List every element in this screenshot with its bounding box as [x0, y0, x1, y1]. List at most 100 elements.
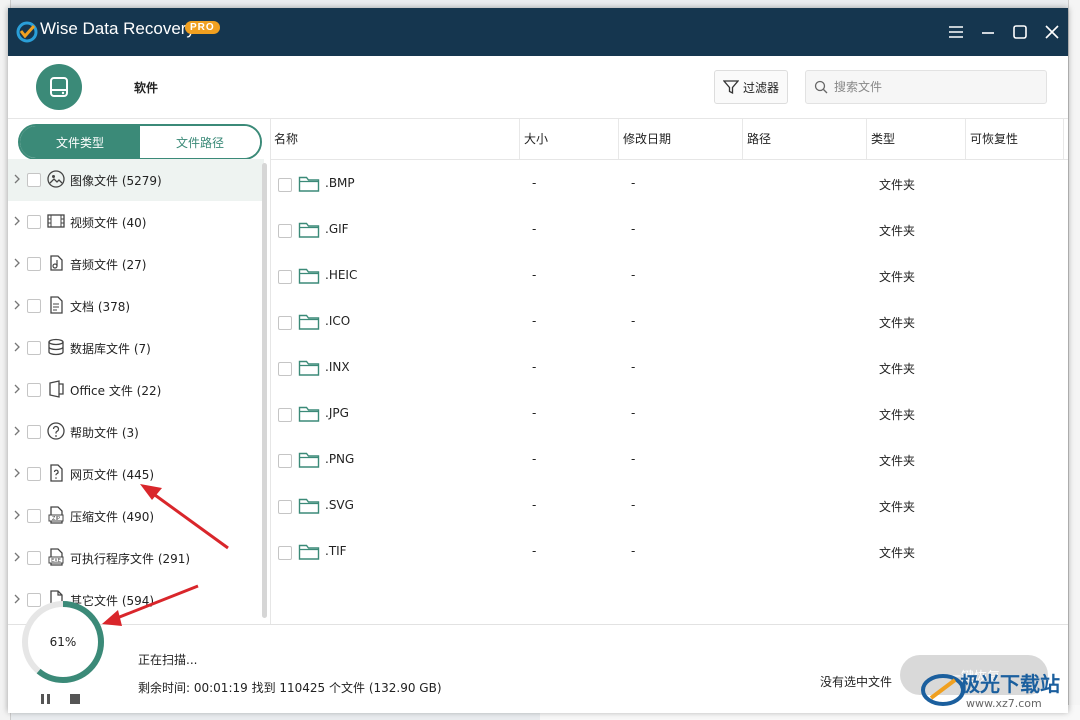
category-item[interactable]: 文档 (378) [8, 285, 264, 327]
folder-icon [298, 498, 320, 514]
zip-icon: ZIP [48, 506, 64, 524]
chevron-right-icon[interactable] [13, 299, 21, 311]
menu-button[interactable] [946, 22, 966, 42]
search-input[interactable] [832, 71, 1041, 103]
cell-type: 文件夹 [879, 270, 916, 284]
tab-file-path[interactable]: 文件路径 [140, 126, 260, 158]
cell-name: .INX [325, 360, 350, 374]
category-checkbox[interactable] [27, 173, 41, 187]
category-item[interactable]: 帮助文件 (3) [8, 411, 264, 453]
table-row[interactable]: .PNG - - 文件夹 [270, 437, 1068, 483]
category-item[interactable]: 音频文件 (27) [8, 243, 264, 285]
category-checkbox[interactable] [27, 425, 41, 439]
view-tabs: 文件类型 文件路径 [18, 124, 262, 160]
category-checkbox[interactable] [27, 299, 41, 313]
category-item[interactable]: EXE 可执行程序文件 (291) [8, 537, 264, 579]
drive-button[interactable] [36, 64, 82, 110]
chevron-right-icon[interactable] [13, 509, 21, 521]
category-checkbox[interactable] [27, 383, 41, 397]
maximize-button[interactable] [1010, 22, 1030, 42]
table-header: 名称 大小 修改日期 路径 类型 可恢复性 [270, 119, 1068, 160]
category-item[interactable]: 视频文件 (40) [8, 201, 264, 243]
row-checkbox[interactable] [278, 454, 292, 468]
row-checkbox[interactable] [278, 316, 292, 330]
table-row[interactable]: .INX - - 文件夹 [270, 345, 1068, 391]
column-name[interactable]: 名称 [270, 119, 520, 159]
cell-name: .ICO [325, 314, 351, 328]
table-row[interactable]: .JPG - - 文件夹 [270, 391, 1068, 437]
row-checkbox[interactable] [278, 500, 292, 514]
category-checkbox[interactable] [27, 467, 41, 481]
chevron-right-icon[interactable] [13, 215, 21, 227]
cell-type: 文件夹 [879, 178, 916, 192]
column-recoverability[interactable]: 可恢复性 [966, 119, 1064, 159]
cell-date: - [631, 360, 636, 374]
filter-button[interactable]: 过滤器 [714, 70, 788, 104]
chevron-right-icon[interactable] [13, 173, 21, 185]
close-button[interactable] [1042, 22, 1062, 42]
table-row[interactable]: .HEIC - - 文件夹 [270, 253, 1068, 299]
cell-type: 文件夹 [879, 362, 916, 376]
chevron-right-icon[interactable] [13, 341, 21, 353]
cell-date: - [631, 544, 636, 558]
cell-type: 文件夹 [879, 500, 916, 514]
tab-file-type[interactable]: 文件类型 [20, 126, 140, 158]
chevron-right-icon[interactable] [13, 383, 21, 395]
category-checkbox[interactable] [27, 551, 41, 565]
scan-status: 正在扫描... [138, 653, 198, 667]
app-logo-icon [16, 21, 38, 43]
table-row[interactable]: .BMP - - 文件夹 [270, 161, 1068, 207]
table-row[interactable]: .GIF - - 文件夹 [270, 207, 1068, 253]
column-date[interactable]: 修改日期 [619, 119, 743, 159]
search-icon [814, 80, 828, 94]
chevron-right-icon[interactable] [13, 551, 21, 563]
cell-type: 文件夹 [879, 224, 916, 238]
drive-label: 软件 [134, 81, 159, 95]
app-title: Wise Data Recovery [40, 19, 195, 38]
pause-icon[interactable] [40, 693, 52, 705]
table-row[interactable]: .TIF - - 文件夹 [270, 529, 1068, 575]
stop-icon[interactable] [70, 694, 80, 704]
svg-text:ZIP: ZIP [52, 516, 60, 522]
row-checkbox[interactable] [278, 546, 292, 560]
minimize-button[interactable] [978, 22, 998, 42]
chevron-right-icon[interactable] [13, 257, 21, 269]
category-checkbox[interactable] [27, 215, 41, 229]
row-checkbox[interactable] [278, 270, 292, 284]
cell-name: .PNG [325, 452, 355, 466]
video-icon [47, 214, 65, 228]
chevron-right-icon[interactable] [13, 467, 21, 479]
cell-size: - [532, 544, 537, 558]
column-path[interactable]: 路径 [743, 119, 867, 159]
table-row[interactable]: .SVG - - 文件夹 [270, 483, 1068, 529]
cell-name: .JPG [325, 406, 349, 420]
app-window: Wise Data Recovery PRO 软件 过滤器 搜索文件 文件类型 … [8, 8, 1068, 713]
category-scrollbar[interactable] [262, 163, 267, 618]
cell-type: 文件夹 [879, 316, 916, 330]
row-checkbox[interactable] [278, 408, 292, 422]
background-window-right [1068, 0, 1080, 720]
category-item[interactable]: 图像文件 (5279) [8, 159, 264, 201]
category-checkbox[interactable] [27, 341, 41, 355]
category-item[interactable]: 数据库文件 (7) [8, 327, 264, 369]
column-type[interactable]: 类型 [867, 119, 966, 159]
chevron-right-icon[interactable] [13, 425, 21, 437]
cell-size: - [532, 268, 537, 282]
column-size[interactable]: 大小 [520, 119, 619, 159]
cell-date: - [631, 176, 636, 190]
row-checkbox[interactable] [278, 362, 292, 376]
category-item[interactable]: ZIP 压缩文件 (490) [8, 495, 264, 537]
category-label: 图像文件 (5279) [70, 174, 162, 188]
image-icon [47, 170, 65, 188]
table-row[interactable]: .ICO - - 文件夹 [270, 299, 1068, 345]
folder-icon [298, 222, 320, 238]
category-item[interactable]: Office 文件 (22) [8, 369, 264, 411]
cell-size: - [532, 452, 537, 466]
cell-date: - [631, 406, 636, 420]
category-item[interactable]: 网页文件 (445) [8, 453, 264, 495]
folder-icon [298, 360, 320, 376]
category-checkbox[interactable] [27, 257, 41, 271]
category-checkbox[interactable] [27, 509, 41, 523]
row-checkbox[interactable] [278, 178, 292, 192]
row-checkbox[interactable] [278, 224, 292, 238]
